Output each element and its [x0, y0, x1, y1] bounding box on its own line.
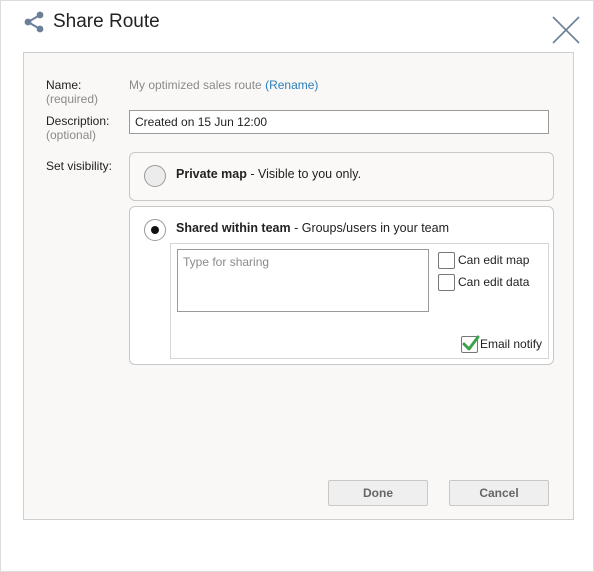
email-notify-label: Email notify	[480, 337, 543, 351]
dialog-title: Share Route	[53, 11, 160, 32]
route-name: My optimized sales route (Rename)	[129, 78, 318, 92]
private-map-option[interactable]: Private map - Visible to you only.	[129, 152, 554, 201]
can-edit-map-label: Can edit map	[458, 253, 530, 267]
close-icon[interactable]	[551, 15, 581, 45]
shared-team-option[interactable]: Shared within team - Groups/users in you…	[129, 206, 554, 365]
description-optional-note: (optional)	[46, 128, 97, 142]
can-edit-data-label: Can edit data	[458, 275, 530, 289]
rename-link[interactable]: (Rename)	[265, 78, 318, 92]
shared-team-text: Shared within team - Groups/users in you…	[176, 221, 449, 235]
name-label: Name:	[46, 78, 82, 92]
sharing-input[interactable]	[177, 249, 429, 312]
description-input[interactable]	[129, 110, 549, 134]
private-map-radio[interactable]	[144, 165, 166, 187]
visibility-label: Set visibility:	[46, 159, 113, 173]
description-label: Description:	[46, 114, 110, 128]
sharing-settings: Can edit map Can edit data Email notify	[170, 243, 549, 359]
checkmark-icon	[462, 335, 480, 351]
private-map-text: Private map - Visible to you only.	[176, 167, 361, 181]
shared-team-radio[interactable]	[144, 219, 166, 241]
done-button[interactable]: Done	[328, 480, 428, 506]
private-map-desc: - Visible to you only.	[246, 167, 362, 181]
form-panel: Name: (required) My optimized sales rout…	[23, 52, 574, 520]
shared-team-title: Shared within team	[176, 221, 291, 235]
cancel-button[interactable]: Cancel	[449, 480, 549, 506]
share-icon	[24, 11, 44, 33]
route-name-text: My optimized sales route	[129, 78, 262, 92]
name-required-note: (required)	[46, 92, 99, 106]
dialog-header: Share Route	[1, 1, 593, 47]
private-map-title: Private map	[176, 167, 247, 181]
can-edit-data-checkbox[interactable]	[438, 274, 455, 291]
shared-team-desc: - Groups/users in your team	[290, 221, 450, 235]
email-notify-checkbox[interactable]	[461, 335, 480, 353]
can-edit-map-checkbox[interactable]	[438, 252, 455, 269]
share-route-dialog: Share Route Name: (required) My optimize…	[0, 0, 594, 572]
